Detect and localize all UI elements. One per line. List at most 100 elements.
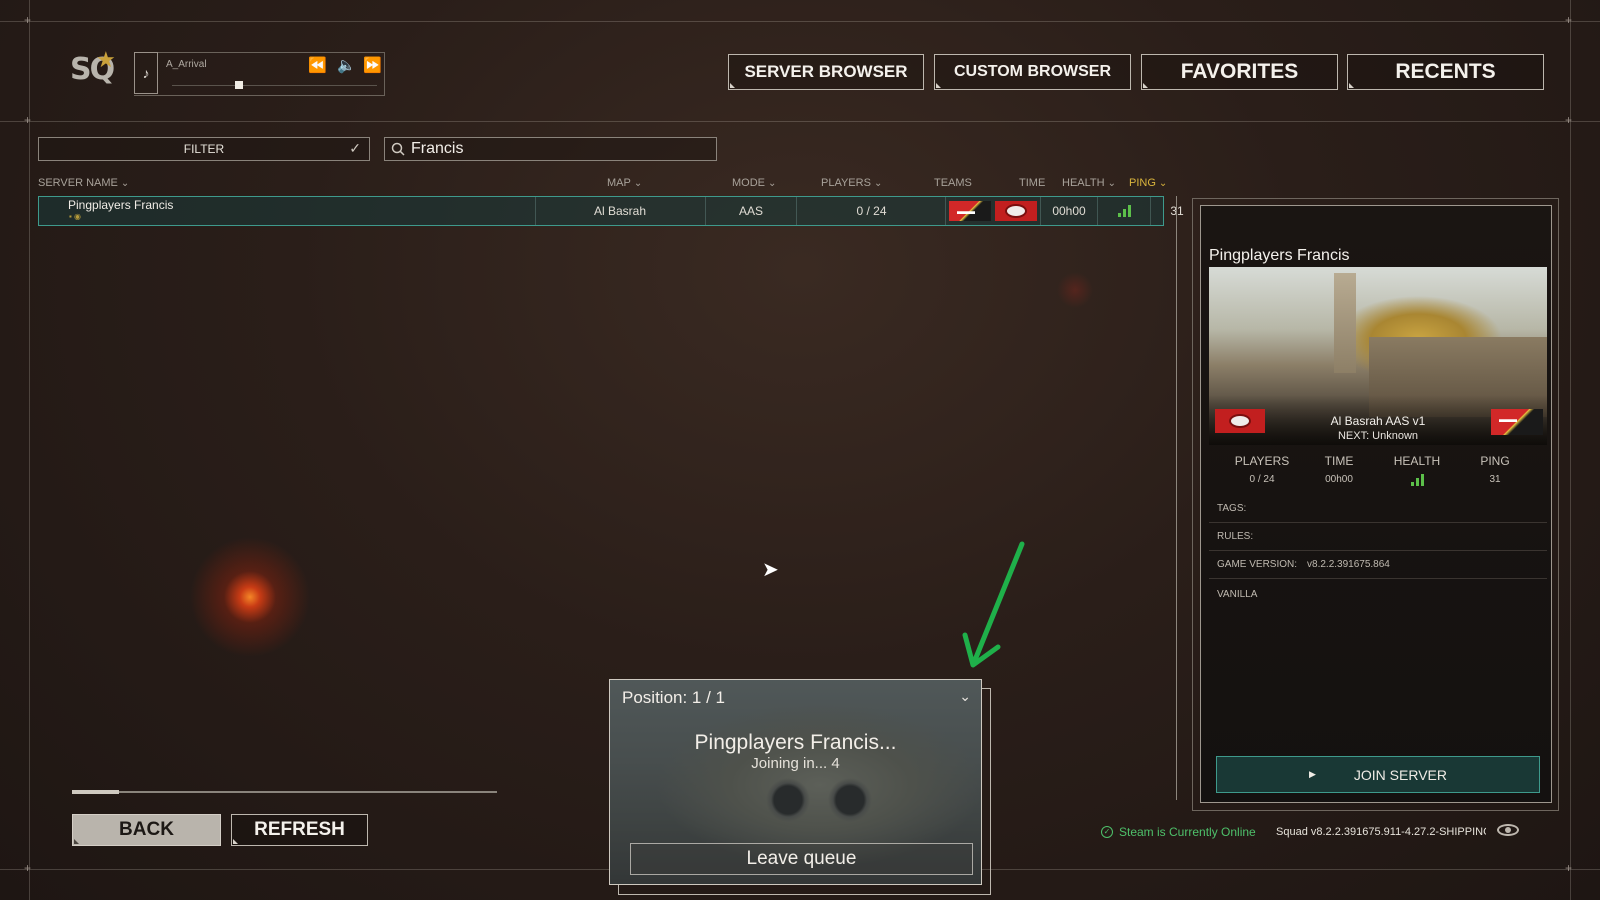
- queue-server-name: Pingplayers Francis...: [694, 731, 897, 754]
- favorites-tab-label: FAVORITES: [1180, 60, 1299, 83]
- custom-browser-tab-label: CUSTOM BROWSER: [953, 63, 1112, 80]
- back-label: BACK: [119, 819, 174, 840]
- column-ping[interactable]: PING ⌄: [1129, 177, 1167, 189]
- check-circle-icon: ✓: [1101, 826, 1113, 838]
- music-track-name: A_Arrival: [166, 59, 207, 70]
- game-version-value: v8.2.2.391675.864: [1307, 559, 1390, 570]
- server-teams: ▬▬: [945, 197, 1040, 225]
- team-1-flag-icon: ▬▬: [949, 201, 991, 221]
- column-mode-label: MODE: [732, 177, 765, 189]
- column-map-label: MAP: [607, 177, 631, 189]
- chevron-down-icon: ⌄: [1158, 178, 1168, 189]
- stat-time-label: TIME: [1324, 454, 1354, 468]
- music-scrubber-handle[interactable]: [235, 81, 243, 89]
- chevron-down-icon: ⌄: [768, 178, 777, 189]
- team-2-flag-icon: [995, 201, 1037, 221]
- stat-players-label: PLAYERS: [1234, 454, 1290, 468]
- next-track-icon[interactable]: ⏩: [363, 56, 382, 74]
- play-icon: ▶: [1308, 769, 1316, 779]
- join-server-button[interactable]: ▶ JOIN SERVER: [1216, 756, 1540, 793]
- chevron-down-icon: ⌄: [1107, 178, 1116, 189]
- details-vanilla: VANILLA: [1217, 588, 1258, 600]
- server-badge-icons: ▪ ◉: [69, 212, 82, 221]
- health-bars-icon: [1410, 474, 1424, 486]
- column-server-name[interactable]: SERVER NAME ⌄: [38, 177, 129, 189]
- back-button[interactable]: BACK: [72, 814, 221, 846]
- steam-status-text: Steam is Currently Online: [1119, 825, 1256, 839]
- details-server-name: Pingplayers Francis: [1209, 247, 1350, 264]
- chevron-down-icon[interactable]: ⌄: [959, 688, 971, 705]
- column-time[interactable]: TIME: [1019, 177, 1045, 189]
- panel-divider: [1176, 196, 1177, 800]
- queue-popup: Position: 1 / 1 ⌄ Pingplayers Francis...…: [609, 679, 982, 885]
- server-name: Pingplayers Francis: [68, 198, 174, 212]
- health-bars-icon: [1117, 205, 1131, 217]
- column-map[interactable]: MAP ⌄: [607, 177, 642, 189]
- squad-logo: SQ ★: [70, 48, 116, 94]
- checkmark-icon: ✓: [349, 140, 361, 156]
- music-note-icon[interactable]: ♪: [134, 52, 158, 94]
- annotation-arrow-icon: [962, 541, 1025, 668]
- column-players-label: PLAYERS: [821, 177, 871, 189]
- server-browser-tab-label: SERVER BROWSER: [744, 62, 908, 81]
- recents-tab[interactable]: RECENTS: [1347, 54, 1544, 90]
- refresh-progress-fill: [72, 790, 119, 794]
- server-mode: AAS: [705, 197, 796, 225]
- filter-label: FILTER: [183, 142, 225, 156]
- column-teams[interactable]: TEAMS: [934, 177, 972, 189]
- favorites-tab[interactable]: FAVORITES: [1141, 54, 1338, 90]
- column-teams-label: TEAMS: [934, 177, 972, 189]
- chevron-down-icon: ⌄: [873, 178, 883, 189]
- column-players[interactable]: PLAYERS ⌄: [821, 177, 882, 189]
- leave-queue-label: Leave queue: [746, 848, 857, 869]
- queue-joining-countdown: Joining in... 4: [751, 755, 840, 772]
- chevron-down-icon: ⌄: [633, 178, 643, 189]
- leave-queue-button[interactable]: Leave queue: [630, 843, 973, 875]
- mouse-cursor-icon: ➤: [762, 559, 779, 581]
- search-value: Francis: [411, 140, 464, 157]
- build-version: Squad v8.2.2.391675.911-4.27.2-SHIPPING: [1276, 826, 1486, 838]
- volume-icon[interactable]: 🔈: [337, 56, 356, 74]
- join-server-label: JOIN SERVER: [1353, 766, 1448, 783]
- logo-star-icon: ★: [96, 48, 116, 73]
- column-server-name-label: SERVER NAME: [38, 177, 118, 189]
- refresh-label: REFRESH: [254, 819, 345, 840]
- previous-track-icon[interactable]: ⏪: [308, 56, 327, 74]
- details-tags: TAGS:: [1209, 495, 1547, 523]
- search-icon: [391, 142, 405, 156]
- stat-time-value: 00h00: [1325, 474, 1353, 485]
- table-row[interactable]: Pingplayers Francis ▪ ◉ Al Basrah AAS 0 …: [38, 196, 1184, 226]
- minaret-shape: [1334, 273, 1356, 373]
- refresh-progress-track: [72, 791, 497, 793]
- column-health-label: HEALTH: [1062, 177, 1105, 189]
- server-time: 00h00: [1040, 197, 1097, 225]
- stat-health-value: [1377, 474, 1457, 486]
- search-input[interactable]: Francis: [384, 137, 717, 161]
- eye-icon[interactable]: [1497, 824, 1519, 836]
- server-health: [1097, 197, 1150, 225]
- details-next-map: NEXT: Unknown: [1337, 430, 1419, 442]
- details-rules: RULES:: [1209, 523, 1547, 551]
- server-browser-tab[interactable]: SERVER BROWSER: [728, 54, 924, 90]
- game-version-label: GAME VERSION:: [1217, 559, 1298, 570]
- music-scrubber[interactable]: [172, 85, 377, 86]
- custom-browser-tab[interactable]: CUSTOM BROWSER: [934, 54, 1131, 90]
- column-health[interactable]: HEALTH ⌄: [1062, 177, 1116, 189]
- column-mode[interactable]: MODE ⌄: [732, 177, 776, 189]
- details-game-version: GAME VERSION: v8.2.2.391675.864: [1209, 551, 1547, 579]
- stat-health-label: HEALTH: [1393, 454, 1441, 468]
- server-players: 0 / 24: [796, 197, 946, 225]
- column-ping-label: PING: [1129, 177, 1156, 189]
- recents-tab-label: RECENTS: [1395, 60, 1496, 83]
- column-time-label: TIME: [1019, 177, 1046, 189]
- server-map: Al Basrah: [535, 197, 704, 225]
- stat-players-value: 0 / 24: [1249, 474, 1275, 485]
- stat-ping-value: 31: [1489, 474, 1501, 485]
- chevron-down-icon: ⌄: [120, 178, 130, 189]
- details-map-name: Al Basrah AAS v1: [1330, 414, 1426, 428]
- refresh-button[interactable]: REFRESH: [231, 814, 368, 846]
- filter-button[interactable]: FILTER ✓: [38, 137, 370, 161]
- stat-ping-label: PING: [1480, 454, 1510, 468]
- steam-status: ✓ Steam is Currently Online: [1101, 825, 1256, 839]
- queue-position: Position: 1 / 1: [622, 688, 726, 707]
